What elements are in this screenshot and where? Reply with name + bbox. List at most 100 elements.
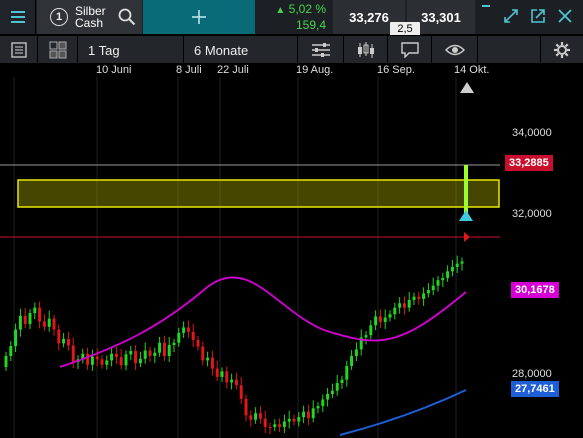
up-triangle-icon: ▲ [275,5,286,16]
candle-body [230,379,234,383]
spread-badge: 2,5 [390,22,420,36]
price-chart[interactable]: 34,0000 32,0000 28,0000 33,2885 30,1678 … [0,77,583,438]
candle-body [263,418,267,427]
visibility-button[interactable] [432,36,478,64]
candle-body [417,296,421,299]
moving-average-long [339,389,467,436]
close-icon[interactable] [558,9,572,23]
x-label: 16 Sep. [377,64,415,76]
candle-body [455,263,459,267]
candle-body [431,285,435,291]
candle-body [330,390,334,394]
x-label: 19 Aug. [296,64,334,76]
comment-icon [400,42,419,58]
alert-marker-icon [459,210,473,221]
add-instrument-button[interactable] [143,0,255,34]
candle-body [38,307,42,322]
candle-body [383,317,387,322]
candle-body [42,321,46,327]
instrument-tab[interactable]: 1 Silber Cash [37,0,142,34]
candle-body [297,417,301,422]
candle-body [345,365,349,380]
x-label: 8 Juli [176,64,202,76]
current-price-tag: 33,2885 [505,155,553,171]
change-abs: 159,4 [295,18,326,32]
indicators-button[interactable] [298,36,344,64]
layout-button[interactable] [38,36,78,64]
candle-body [369,325,373,336]
x-label: 22 Juli [217,64,249,76]
candle-body [215,368,219,377]
candle-body [364,335,368,338]
candle-body [422,293,426,299]
candle-body [412,296,416,300]
instrument-number-badge: 1 [50,8,68,26]
candle-body [374,316,378,326]
candle-body [210,357,214,369]
candle-body [158,342,162,353]
candle-body [354,349,358,357]
candle-body [287,418,291,422]
candle-body [105,360,109,365]
candle-body [273,424,277,427]
chart-type-button[interactable] [344,36,388,64]
price-label: 28,0000 [512,368,552,380]
ma-short-tag: 30,1678 [511,282,559,298]
eye-icon [444,44,465,56]
minimize-icon[interactable] [482,2,490,10]
popout-icon[interactable] [531,9,545,23]
comment-button[interactable] [388,36,432,64]
candle-body [33,307,37,314]
candle-body [206,357,210,361]
candle-body [143,350,147,359]
interval-select[interactable]: 1 Tag [78,36,184,64]
candle-body [292,418,296,422]
candle-body [71,345,75,363]
time-axis: 10 Juni 8 Juli 22 Juli 19 Aug. 16 Sep. 1… [0,63,583,77]
candle-body [436,280,440,286]
x-label: 14 Okt. [454,64,490,76]
candle-body [407,299,411,308]
candle-body [191,331,195,341]
range-select[interactable]: 6 Monate [184,36,298,64]
resistance-zone [17,179,500,208]
candle-body [244,398,248,416]
candle-body [114,353,118,358]
candle-body [177,332,181,343]
hamburger-icon [10,11,25,23]
candle-body [134,351,138,364]
window-controls [476,0,583,34]
settings-button[interactable] [540,36,583,64]
layout-grid-icon [49,41,66,59]
candle-body [426,290,430,294]
chart-canvas[interactable] [0,77,583,438]
settings-icon [554,42,570,58]
candle-body [110,353,114,361]
candle-body [302,411,306,418]
candle-body [278,424,282,427]
candle-body [326,394,330,400]
candle-body [249,415,253,420]
instrument-name: Silber Cash [75,4,106,30]
search-icon[interactable] [118,8,136,26]
list-button[interactable] [0,36,38,64]
candle-body [57,329,61,344]
candle-body [182,327,186,333]
candle-body [47,318,51,327]
x-label: 10 Juni [96,64,132,76]
candle-body [28,313,32,325]
candle-body [9,346,13,356]
candle-body [100,359,104,365]
candle-body [335,383,339,391]
candle-body [52,318,56,330]
candle-body [153,352,157,356]
expand-icon[interactable] [504,9,518,23]
candle-body [393,307,397,315]
candle-body [167,345,171,356]
menu-button[interactable] [0,0,36,34]
price-label: 32,0000 [512,208,552,220]
ma-long-tag: 27,7461 [511,381,559,397]
candle-body [138,358,142,364]
home-marker-icon [460,82,474,93]
candle-body [268,427,272,428]
